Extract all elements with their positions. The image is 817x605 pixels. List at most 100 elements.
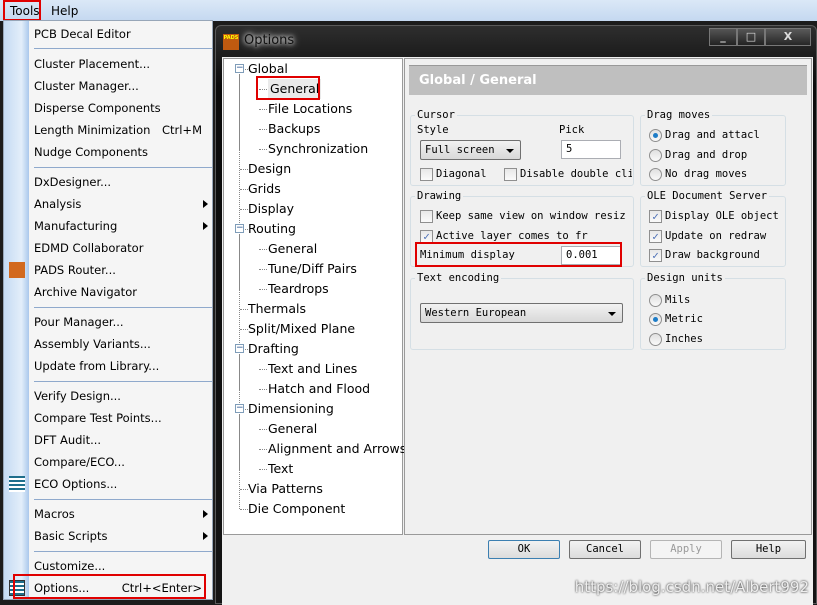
tree-line	[259, 389, 267, 390]
help-button[interactable]: Help	[731, 540, 806, 559]
menu-item-dxdesigner[interactable]: DxDesigner...	[34, 171, 210, 193]
tree-item-design[interactable]: Design	[248, 159, 291, 179]
menu-item-pour-manager[interactable]: Pour Manager...	[34, 311, 210, 333]
tree-line	[240, 489, 248, 490]
menu-item-label: ECO Options...	[34, 477, 118, 491]
chevron-down-icon	[506, 149, 514, 153]
submenu-arrow-icon	[203, 532, 208, 540]
tree-item-text[interactable]: Text	[268, 459, 293, 479]
menu-item-label: EDMD Collaborator	[34, 241, 144, 255]
tree-line	[239, 69, 240, 509]
tree-item-file-locations[interactable]: File Locations	[268, 99, 352, 119]
tree-item-display[interactable]: Display	[248, 199, 294, 219]
menu-item-analysis[interactable]: Analysis	[34, 193, 210, 215]
menu-item-label: Archive Navigator	[34, 285, 137, 299]
group-label: OLE Document Server	[645, 189, 770, 203]
menu-item-compare-eco[interactable]: Compare/ECO...	[34, 451, 210, 473]
menu-item-compare-test-points[interactable]: Compare Test Points...	[34, 407, 210, 429]
tree-item-text-and-lines[interactable]: Text and Lines	[268, 359, 357, 379]
keep-view-checkbox[interactable]	[420, 210, 433, 223]
cursor-style-select[interactable]: Full screen	[420, 140, 521, 160]
dialog-title: Options	[244, 33, 295, 48]
menu-item-label: Disperse Components	[34, 101, 161, 115]
maximize-button[interactable]: □	[737, 28, 765, 46]
tree-item-alignment-and-arrows[interactable]: Alignment and Arrows	[268, 439, 406, 459]
tree-item-dimensioning[interactable]: Dimensioning	[248, 399, 334, 419]
menu-item-basic-scripts[interactable]: Basic Scripts	[34, 525, 210, 547]
cancel-button[interactable]: Cancel	[569, 540, 641, 559]
drag-attach-radio[interactable]	[649, 129, 662, 142]
tree-item-synchronization[interactable]: Synchronization	[268, 139, 368, 159]
tree-item-via-patterns[interactable]: Via Patterns	[248, 479, 323, 499]
display-ole-checkbox[interactable]: ✓	[649, 210, 662, 223]
menu-item-cluster-placement[interactable]: Cluster Placement...	[34, 53, 210, 75]
ole-group: OLE Document Server ✓ Display OLE object…	[640, 189, 786, 267]
collapse-icon[interactable]: −	[235, 344, 244, 353]
draw-background-checkbox[interactable]: ✓	[649, 249, 662, 262]
menu-item-macros[interactable]: Macros	[34, 503, 210, 525]
diagonal-checkbox[interactable]	[420, 168, 433, 181]
menu-item-disperse-components[interactable]: Disperse Components	[34, 97, 210, 119]
menu-item-label: Basic Scripts	[34, 529, 108, 543]
menu-item-pcb-decal-editor[interactable]: PCB Decal Editor	[34, 23, 210, 45]
tree-item-grids[interactable]: Grids	[248, 179, 281, 199]
options-tree[interactable]: Global − General File Locations Backups Synch…	[223, 58, 406, 535]
tree-item-thermals[interactable]: Thermals	[248, 299, 306, 319]
group-label: Design units	[645, 271, 725, 285]
menu-item-manufacturing[interactable]: Manufacturing	[34, 215, 210, 237]
tree-item-split-mixed-plane[interactable]: Split/Mixed Plane	[248, 319, 355, 339]
tree-item-general[interactable]: General	[268, 239, 317, 259]
group-label: Drawing	[415, 189, 464, 203]
inches-radio[interactable]	[649, 333, 662, 346]
menu-item-label: Cluster Manager...	[34, 79, 139, 93]
group-label: Cursor	[415, 108, 457, 122]
menu-help[interactable]: Help	[46, 2, 83, 20]
ok-button[interactable]: OK	[488, 540, 560, 559]
mils-radio[interactable]	[649, 294, 662, 307]
menu-item-archive-navigator[interactable]: Archive Navigator	[34, 281, 210, 303]
tree-item-hatch-and-flood[interactable]: Hatch and Flood	[268, 379, 370, 399]
menu-item-edmd-collaborator[interactable]: EDMD Collaborator	[34, 237, 210, 259]
apply-button[interactable]: Apply	[650, 540, 722, 559]
select-value: Full screen	[425, 144, 495, 156]
pick-input[interactable]: 5	[561, 140, 621, 159]
disable-double-click-checkbox[interactable]	[504, 168, 517, 181]
tree-line	[240, 329, 248, 330]
dialog-client: Global − General File Locations Backups Synch…	[222, 57, 813, 605]
tree-line	[259, 449, 267, 450]
tree-item-teardrops[interactable]: Teardrops	[268, 279, 329, 299]
close-button[interactable]: X	[765, 28, 811, 46]
collapse-icon[interactable]: −	[235, 224, 244, 233]
drag-drop-radio[interactable]	[649, 149, 662, 162]
minimize-button[interactable]: _	[709, 28, 737, 46]
no-drag-radio[interactable]	[649, 168, 662, 181]
eco-options-icon	[9, 476, 25, 492]
tree-item-drafting[interactable]: Drafting	[248, 339, 299, 359]
menu-item-label: Length Minimization	[34, 123, 151, 137]
text-encoding-select[interactable]: Western European	[420, 303, 623, 323]
menu-item-eco-options[interactable]: ECO Options...	[34, 473, 210, 495]
highlight-box	[3, 0, 41, 21]
menu-item-assembly-variants[interactable]: Assembly Variants...	[34, 333, 210, 355]
tree-item-tune-diff-pairs[interactable]: Tune/Diff Pairs	[268, 259, 357, 279]
chevron-down-icon	[608, 312, 616, 316]
menu-item-length-minimization[interactable]: Length Minimization Ctrl+M	[34, 119, 210, 141]
collapse-icon[interactable]: −	[235, 64, 244, 73]
menu-item-label: Analysis	[34, 197, 82, 211]
menu-item-cluster-manager[interactable]: Cluster Manager...	[34, 75, 210, 97]
menu-item-nudge-components[interactable]: Nudge Components	[34, 141, 210, 163]
collapse-icon[interactable]: −	[235, 404, 244, 413]
menu-item-dft-audit[interactable]: DFT Audit...	[34, 429, 210, 451]
menu-item-verify-design[interactable]: Verify Design...	[34, 385, 210, 407]
menu-item-pads-router[interactable]: PADS Router...	[34, 259, 210, 281]
menu-item-update-from-library[interactable]: Update from Library...	[34, 355, 210, 377]
radio-label: Inches	[665, 333, 703, 345]
settings-panel: Global / General Cursor Style Full scree…	[404, 58, 812, 535]
tree-item-die-component[interactable]: Die Component	[248, 499, 345, 519]
update-redraw-checkbox[interactable]: ✓	[649, 230, 662, 243]
tree-item-general[interactable]: General	[268, 419, 317, 439]
tree-line	[240, 309, 248, 310]
metric-radio[interactable]	[649, 313, 662, 326]
tree-item-routing[interactable]: Routing	[248, 219, 296, 239]
tree-item-backups[interactable]: Backups	[268, 119, 320, 139]
